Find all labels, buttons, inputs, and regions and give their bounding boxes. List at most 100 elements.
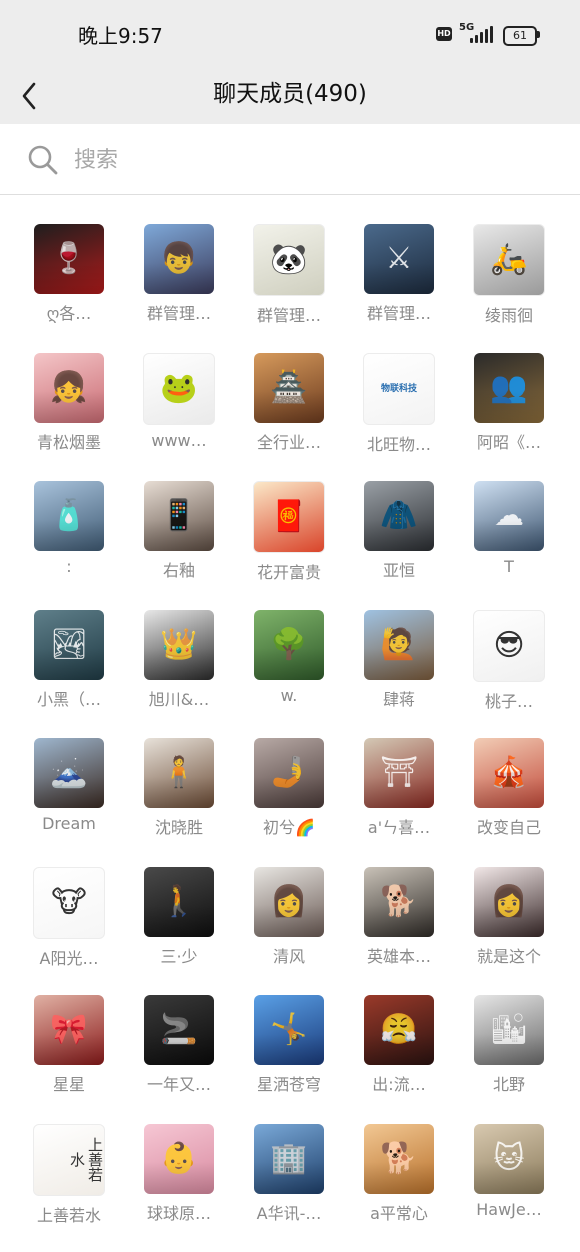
member-item[interactable]: 🐸 www… [124,353,234,482]
member-name: 亚恒 [347,557,451,581]
member-item[interactable]: 🧥 亚恒 [344,481,454,610]
member-item[interactable]: 🏙北野 [454,995,564,1124]
avatar-image: 🧥 [364,481,434,551]
avatar: 🍷 [34,224,104,294]
member-item[interactable]: 👥阿昭《… [454,353,564,482]
avatar: 🧧 [253,481,325,553]
member-item[interactable]: 🐕a平常心 [344,1124,454,1252]
avatar-image: 🏢 [254,1124,324,1194]
member-item[interactable]: 😤出:流… [344,995,454,1124]
member-item[interactable]: 😎桃子… [454,610,564,739]
member-item[interactable]: 🧧 花开富贵 [234,481,344,610]
member-item[interactable]: 物联科技北旺物… [344,353,454,482]
avatar-image: 🗻 [34,738,104,808]
member-item[interactable]: 📱右釉 [124,481,234,610]
member-item[interactable]: 🐮A阳光… [14,867,124,996]
member-name: w. [237,686,341,705]
member-name: 清风 [237,943,341,967]
avatar: 🐸 [143,353,215,425]
member-item[interactable]: 👑旭川&… [124,610,234,739]
member-name: ღ各… [17,300,121,324]
member-item[interactable]: 🎀星星 [14,995,124,1124]
member-item[interactable]: 🚶三·少 [124,867,234,996]
member-name: Dream [17,814,121,833]
member-name: 绫雨徊 [457,302,561,326]
avatar: 🏢 [254,1124,324,1194]
avatar-image: ☁ [474,481,544,551]
avatar: 🤳 [254,738,324,808]
member-name: HawJe… [457,1200,561,1219]
member-item[interactable]: 🏢A华讯-… [234,1124,344,1252]
avatar-image: 🌳 [254,610,324,680]
member-item[interactable]: 🙋肆蒋 [344,610,454,739]
avatar: ☁ [474,481,544,551]
avatar-image: ⛩ [364,738,434,808]
avatar-image: 物联科技 [364,354,434,424]
avatar: 🌳 [254,610,324,680]
avatar-image: 🛵 [474,225,544,295]
member-item[interactable]: ☁T [454,481,564,610]
member-item[interactable]: 🗻 Dream [14,738,124,867]
avatar: 🏞 [34,610,104,680]
page-title: 聊天成员(490) [0,74,580,108]
member-item[interactable]: 👶球球原… [124,1124,234,1252]
avatar: 🚶 [144,867,214,937]
avatar: 🤸 [254,995,324,1065]
member-item[interactable]: 🤳初兮🌈 [234,738,344,867]
avatar-image: 🧍 [144,738,214,808]
member-item[interactable]: 🚬一年又… [124,995,234,1124]
member-name: www… [127,431,231,450]
avatar-image: 👥 [474,353,544,423]
avatar: 😤 [364,995,434,1065]
member-item[interactable]: 🐕英雄本… [344,867,454,996]
avatar: 🚬 [144,995,214,1065]
search-input[interactable] [72,140,546,180]
avatar-image: 👧 [34,353,104,423]
member-item[interactable]: 🏞小黑（… [14,610,124,739]
member-item[interactable]: 👧 青松烟墨 [14,353,124,482]
member-name: : [17,557,121,576]
member-name: 全行业… [237,429,341,453]
member-item[interactable]: 🐼群管理… [234,224,344,353]
member-item[interactable]: 🧴: [14,481,124,610]
member-name: 就是这个 [457,943,561,967]
member-name: 英雄本… [347,943,451,967]
member-item[interactable]: 👦群管理… [124,224,234,353]
member-name: 花开富贵 [237,559,341,583]
avatar-image: 🐼 [254,225,324,295]
battery-tip [537,31,540,38]
avatar: 👩 [474,867,544,937]
member-grid: 🍷ღ各…👦群管理…🐼群管理…⚔群管理…🛵绫雨徊👧青松烟墨🐸www…🏯全行业…物联… [14,224,566,1252]
member-item[interactable]: 🐱 HawJe… [454,1124,564,1252]
avatar: 👩 [254,867,324,937]
member-item[interactable]: ⛩a'ㄣ喜… [344,738,454,867]
avatar-image: 🙋 [364,610,434,680]
avatar-image: 🏯 [254,353,324,423]
avatar: 🐱 [474,1124,544,1194]
member-item[interactable]: 👩 清风 [234,867,344,996]
member-item[interactable]: 🍷 ღ各… [14,224,124,353]
member-name: 青松烟墨 [17,429,121,453]
avatar: 上善若水 [33,1124,105,1196]
member-item[interactable]: ⚔ 群管理… [344,224,454,353]
member-name: 沈晓胜 [127,814,231,838]
avatar: ⚔ [364,224,434,294]
member-item[interactable]: 🛵 绫雨徊 [454,224,564,353]
avatar-image: 👩 [474,867,544,937]
avatar-image: 🏞 [34,610,104,680]
avatar: 😎 [473,610,545,682]
search-bar [0,124,580,195]
avatar-image: 🏙 [474,995,544,1065]
member-item[interactable]: 🏯 全行业… [234,353,344,482]
avatar: 👦 [144,224,214,294]
member-item[interactable]: 上善若水上善若水 [14,1124,124,1252]
avatar-image: 🚬 [144,995,214,1065]
avatar-image: 👶 [144,1124,214,1194]
member-item[interactable]: 🌳 w. [234,610,344,739]
member-item[interactable]: 🤸星洒苍穹 [234,995,344,1124]
member-item[interactable]: 🎪改变自己 [454,738,564,867]
member-name: 群管理… [347,300,451,324]
member-item[interactable]: 🧍 沈晓胜 [124,738,234,867]
member-item[interactable]: 👩 就是这个 [454,867,564,996]
avatar: 🐼 [253,224,325,296]
